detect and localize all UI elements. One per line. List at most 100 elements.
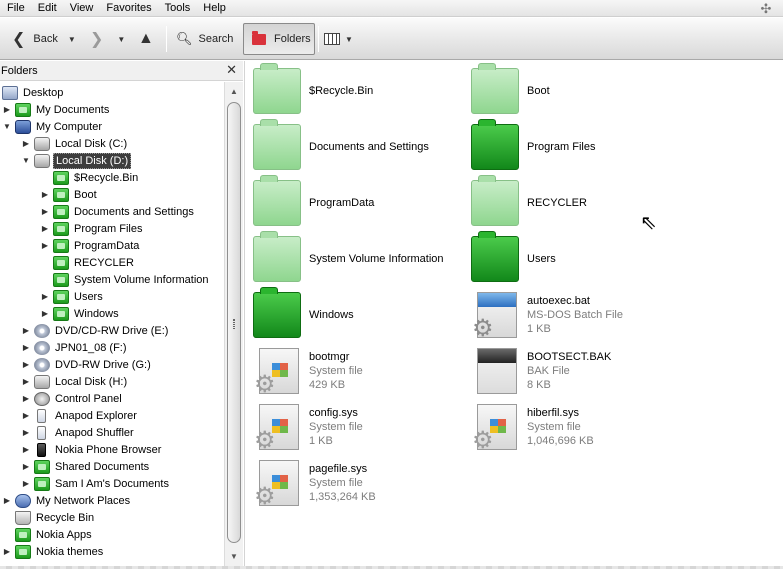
expand-icon[interactable]: ▶ [21, 377, 31, 386]
search-button[interactable]: 🔍︎ Search [176, 23, 238, 55]
expand-icon[interactable]: ▶ [21, 462, 31, 471]
tree-item-programdata[interactable]: ▶ ProgramData [40, 237, 141, 254]
folders-button[interactable]: Folders [243, 23, 315, 55]
tree-item-shared-documents[interactable]: ▶ Shared Documents [21, 458, 151, 475]
tree-item-my-network-places[interactable]: ▶ My Network Places [2, 492, 132, 509]
file-item-bootmgr[interactable]: bootmgr System file 429 KB [253, 345, 363, 399]
scrollbar-thumb[interactable] [227, 102, 241, 543]
bak-file-icon [477, 348, 517, 394]
expand-icon[interactable]: ▶ [2, 496, 12, 505]
file-item-users[interactable]: Users [471, 231, 556, 285]
file-item-autoexec-bat[interactable]: autoexec.bat MS-DOS Batch File 1 KB [471, 289, 623, 343]
tree-item-desktop[interactable]: Desktop [2, 84, 65, 101]
expand-icon[interactable]: ▶ [21, 360, 31, 369]
tree-item-my-documents[interactable]: ▶ My Documents [2, 101, 111, 118]
expand-icon[interactable]: ▶ [2, 547, 12, 556]
file-name: Boot [527, 85, 550, 97]
toolbar-separator [318, 26, 319, 52]
close-icon[interactable]: ✕ [226, 62, 237, 78]
tree-item-boot[interactable]: ▶ Boot [40, 186, 99, 203]
collapse-icon[interactable]: ▼ [2, 122, 12, 131]
tree-item-documents-and-settings[interactable]: ▶ Documents and Settings [40, 203, 196, 220]
expand-icon[interactable]: ▶ [21, 343, 31, 352]
expand-icon[interactable]: ▶ [40, 207, 50, 216]
tree-item-dvd-rw-drive[interactable]: ▶ DVD-RW Drive (G:) [21, 356, 153, 373]
expand-icon[interactable]: ▶ [21, 411, 31, 420]
tree-item-local-disk-h[interactable]: ▶ Local Disk (H:) [21, 373, 129, 390]
file-item-windows[interactable]: Windows [253, 287, 354, 341]
file-item-boot[interactable]: Boot [471, 63, 550, 117]
expand-icon[interactable]: ▶ [21, 428, 31, 437]
file-list: $Recycle.Bin Documents and Settings Prog… [244, 61, 783, 569]
file-item-programdata[interactable]: ProgramData [253, 175, 374, 229]
network-icon [15, 493, 31, 508]
folder-icon [53, 170, 69, 185]
file-item-hiberfil-sys[interactable]: hiberfil.sys System file 1,046,696 KB [471, 401, 594, 455]
tree-item-windows[interactable]: ▶ Windows [40, 305, 121, 322]
tree-item-recycle-bin-folder[interactable]: $Recycle.Bin [53, 169, 140, 186]
system-file-icon [254, 348, 299, 399]
chevron-down-icon[interactable]: ▼ [68, 35, 76, 44]
menu-help[interactable]: Help [196, 0, 232, 16]
expand-icon[interactable]: ▶ [40, 224, 50, 233]
tree-item-recycle-bin[interactable]: Recycle Bin [15, 509, 96, 526]
tree-item-nokia-apps[interactable]: Nokia Apps [15, 526, 94, 543]
folder-icon [15, 544, 31, 559]
expand-icon[interactable]: ▶ [40, 292, 50, 301]
expand-icon[interactable]: ▶ [40, 309, 50, 318]
tree-item-system-volume-information[interactable]: System Volume Information [53, 271, 211, 288]
up-button[interactable]: ▲ [138, 23, 158, 55]
expand-icon[interactable]: ▶ [40, 241, 50, 250]
tree-item-anapod-shuffler[interactable]: ▶ Anapod Shuffler [21, 424, 136, 441]
menu-tools[interactable]: Tools [158, 0, 197, 16]
expand-icon[interactable]: ▶ [21, 445, 31, 454]
tree-item-users[interactable]: ▶ Users [40, 288, 105, 305]
collapse-icon[interactable]: ▼ [21, 156, 31, 165]
file-item-pagefile-sys[interactable]: pagefile.sys System file 1,353,264 KB [253, 457, 376, 511]
file-item-system-volume-information[interactable]: System Volume Information [253, 231, 444, 285]
tree-item-recycler[interactable]: RECYCLER [53, 254, 136, 271]
scroll-down-icon[interactable]: ▼ [227, 550, 241, 564]
tree-item-nokia-themes[interactable]: ▶ Nokia themes [2, 543, 105, 560]
file-item-bootsect-bak[interactable]: BOOTSECT.BAK BAK File 8 KB [471, 345, 611, 397]
file-item-program-files[interactable]: Program Files [471, 119, 595, 173]
tree-item-program-files[interactable]: ▶ Program Files [40, 220, 144, 237]
menu-favorites[interactable]: Favorites [99, 0, 157, 16]
menu-file[interactable]: File [0, 0, 31, 16]
expand-icon[interactable]: ▶ [21, 139, 31, 148]
folders-icon [252, 30, 266, 45]
file-item-documents-and-settings[interactable]: Documents and Settings [253, 119, 429, 173]
file-item-config-sys[interactable]: config.sys System file 1 KB [253, 401, 363, 455]
expand-icon[interactable]: ▶ [21, 394, 31, 403]
folders-pane-title: Folders [1, 64, 38, 77]
expand-icon[interactable]: ▶ [21, 326, 31, 335]
expand-icon[interactable]: ▶ [21, 479, 31, 488]
forward-button[interactable]: ❯ ▼ [90, 23, 136, 55]
tree-item-dvd-cd-rw-drive[interactable]: ▶ DVD/CD-RW Drive (E:) [21, 322, 170, 339]
tree-item-local-disk-d[interactable]: ▼ Local Disk (D:) [21, 152, 132, 169]
file-item-recycle-bin[interactable]: $Recycle.Bin [253, 63, 373, 117]
tree-item-nokia-phone-browser[interactable]: ▶ Nokia Phone Browser [21, 441, 163, 458]
chevron-down-icon[interactable]: ▼ [345, 35, 353, 44]
cd-drive-icon [34, 357, 50, 372]
tree-item-control-panel[interactable]: ▶ Control Panel [21, 390, 124, 407]
tree-item-anapod-explorer[interactable]: ▶ Anapod Explorer [21, 407, 139, 424]
folder-icon [15, 527, 31, 542]
tree-item-local-disk-c[interactable]: ▶ Local Disk (C:) [21, 135, 129, 152]
back-button[interactable]: ❮ Back ▼ [8, 23, 86, 55]
chevron-down-icon[interactable]: ▼ [117, 35, 125, 44]
menu-view[interactable]: View [63, 0, 100, 16]
tree-item-my-computer[interactable]: ▼ My Computer [2, 118, 104, 135]
tree-item-sam-i-ams-documents[interactable]: ▶ Sam I Am's Documents [21, 475, 171, 492]
tree-item-label: DVD/CD-RW Drive (E:) [55, 324, 169, 337]
file-name: System Volume Information [309, 253, 444, 265]
file-type: System file [309, 421, 363, 433]
expand-icon[interactable]: ▶ [2, 105, 12, 114]
tree-item-jpn01-08[interactable]: ▶ JPN01_08 (F:) [21, 339, 129, 356]
expand-icon[interactable]: ▶ [40, 190, 50, 199]
menu-edit[interactable]: Edit [31, 0, 63, 16]
tree-scrollbar[interactable]: ▲ ▼ [224, 82, 243, 569]
views-button[interactable]: ▼ [324, 23, 360, 55]
file-item-recycler[interactable]: RECYCLER [471, 175, 587, 229]
scroll-up-icon[interactable]: ▲ [227, 85, 241, 99]
